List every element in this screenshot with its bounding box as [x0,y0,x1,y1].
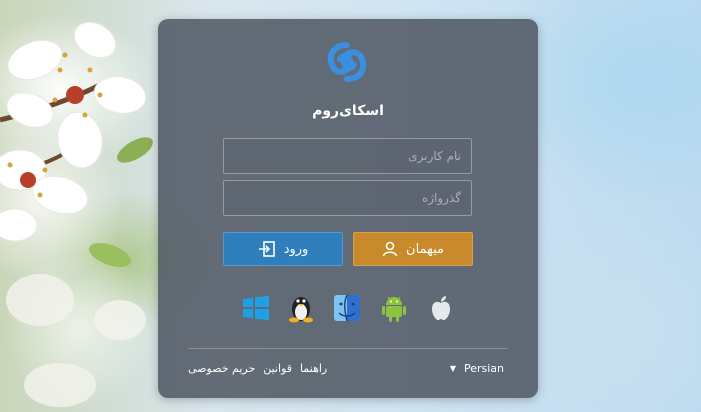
password-input[interactable]: گذرواژه [223,180,472,216]
login-button[interactable]: ورود [223,232,343,266]
language-label: Persian [463,362,504,375]
guest-button-label: میهمان [406,241,444,257]
macos-finder-icon[interactable] [332,291,362,325]
terms-link[interactable]: قوانین [263,362,292,375]
skyroom-logo [327,42,367,82]
linux-icon[interactable] [286,291,316,325]
footer-links: راهنما قوانین حریم خصوصی [188,362,327,375]
privacy-link[interactable]: حریم خصوصی [188,362,255,375]
user-icon [382,241,398,257]
android-icon[interactable] [379,291,409,325]
login-panel: اسکای‌روم نام کاربری گذرواژه ورود میهمان [158,19,538,398]
footer-divider [188,348,508,349]
help-link[interactable]: راهنما [300,362,327,375]
login-button-label: ورود [283,241,309,257]
app-title: اسکای‌روم [312,103,384,119]
guest-button[interactable]: میهمان [353,232,473,266]
chevron-down-icon: ▼ [449,364,456,373]
windows-icon[interactable] [241,291,271,325]
sign-in-icon [258,241,275,257]
language-selector[interactable]: ▼ Persian [450,362,504,375]
apple-icon[interactable] [426,291,456,325]
background-blossom-image [0,21,153,407]
username-input[interactable]: نام کاربری [223,138,472,174]
